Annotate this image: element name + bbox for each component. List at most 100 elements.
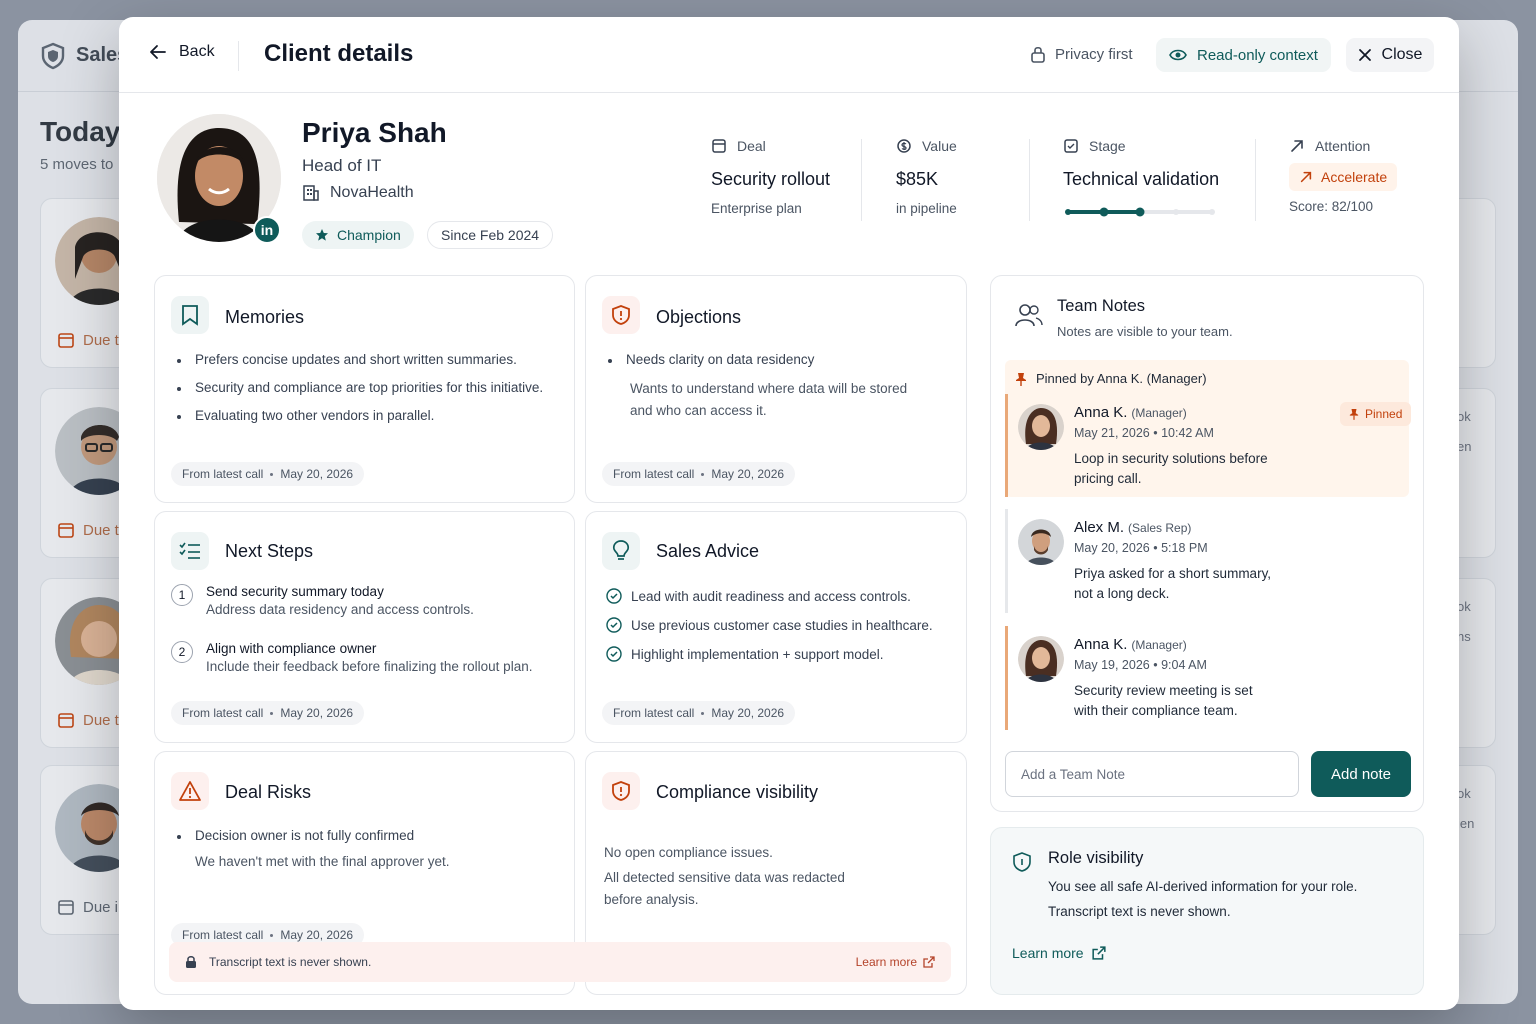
arrow-left-icon	[150, 45, 166, 59]
header-divider	[238, 41, 239, 71]
trend-up-icon	[1291, 140, 1303, 152]
source-tag: From latest call May 20, 2026	[602, 462, 796, 486]
note-item: Anna K. (Manager) May 19, 2026 • 9:04 AM …	[1005, 626, 1409, 730]
step-item: 1 Send security summary today Address dat…	[171, 584, 474, 621]
add-note-button[interactable]: Add note	[1311, 751, 1411, 797]
metric-attention: Attention Accelerate Score: 82/100	[1289, 138, 1398, 214]
memories-list: Prefers concise updates and short writte…	[175, 352, 543, 436]
note-author: Anna K. (Manager)	[1074, 404, 1187, 421]
metric-divider	[1029, 139, 1030, 221]
list-item: Evaluating two other vendors in parallel…	[175, 408, 543, 423]
lock-icon	[1031, 46, 1045, 63]
progress-step	[1173, 209, 1179, 215]
transcript-banner: Transcript text is never shown. Learn mo…	[169, 942, 951, 982]
risk-detail: We haven't met with the final approver y…	[195, 854, 450, 869]
list-item: Decision owner is not fully confirmed	[175, 828, 414, 843]
source-tag: From latest call May 20, 2026	[171, 701, 365, 725]
next-steps-card: Next Steps 1 Send security summary today…	[154, 511, 575, 743]
metric-deal: Deal Security rollout Enterprise plan	[711, 138, 831, 216]
linkedin-icon[interactable]: in	[253, 216, 281, 244]
warning-icon	[171, 772, 209, 810]
due-label: Due in	[57, 898, 126, 916]
accelerate-badge: Accelerate	[1289, 163, 1398, 191]
close-button[interactable]: Close	[1346, 38, 1434, 72]
check-circle-icon	[606, 588, 622, 604]
list-item: Security and compliance are top prioriti…	[175, 380, 543, 395]
metric-divider	[861, 139, 862, 221]
users-icon	[1015, 304, 1043, 327]
list-item: Prefers concise updates and short writte…	[175, 352, 543, 367]
card-title: Memories	[225, 307, 305, 327]
advice-item: Highlight implementation + support model…	[606, 646, 884, 662]
card-title: Sales Advice	[656, 541, 760, 561]
note-item: Anna K. (Manager) May 21, 2026 • 10:42 AM…	[1005, 394, 1412, 497]
client-details-modal: Back Client details Privacy first Read-o…	[119, 17, 1459, 1010]
due-label: Due t	[57, 711, 119, 729]
team-notes-card: Team Notes Notes are visible to your tea…	[990, 275, 1424, 812]
pin-icon	[1349, 409, 1359, 420]
advice-item: Lead with audit readiness and access con…	[606, 588, 911, 604]
client-company: NovaHealth	[302, 184, 414, 202]
eye-icon	[1169, 49, 1187, 61]
since-badge: Since Feb 2024	[427, 221, 554, 249]
building-icon	[303, 185, 319, 201]
note-text: Loop in security solutions before pricing…	[1074, 451, 1268, 486]
objections-card: Objections Needs clarity on data residen…	[585, 275, 967, 503]
note-author: Alex M. (Sales Rep)	[1074, 519, 1192, 536]
metric-value: Value $85K in pipeline	[896, 138, 957, 216]
step-item: 2 Align with compliance owner Include the…	[171, 641, 532, 678]
modal-header: Back Client details Privacy first Read-o…	[119, 17, 1459, 93]
trend-up-icon	[1300, 171, 1312, 183]
role-visibility-card: Role visibility You see all safe AI-deri…	[990, 827, 1424, 995]
metric-divider	[1255, 139, 1256, 221]
star-icon	[316, 229, 328, 241]
progress-step	[1209, 209, 1215, 215]
list-item: Needs clarity on data residency	[606, 352, 814, 367]
pinned-by: Pinned by Anna K. (Manager)	[1015, 371, 1207, 386]
pinned-section: Pinned by Anna K. (Manager) Anna K. (Mana…	[1005, 360, 1412, 497]
lock-icon	[186, 956, 196, 968]
bookmark-icon	[171, 296, 209, 334]
sales-advice-card: Sales Advice Lead with audit readiness a…	[585, 511, 967, 743]
card-title: Role visibility	[1048, 849, 1144, 867]
lightbulb-icon	[602, 532, 640, 570]
progress-step	[1135, 207, 1145, 217]
checklist-icon	[171, 532, 209, 570]
role-info: You see all safe AI-derived information …	[1048, 879, 1358, 894]
due-label: Due t	[57, 331, 119, 349]
progress-step	[1099, 207, 1109, 217]
due-label: Due t	[57, 521, 119, 539]
pinned-badge: Pinned	[1340, 402, 1412, 426]
pin-icon	[1016, 372, 1026, 386]
note-text: Security review meeting is set with their…	[1074, 683, 1253, 718]
background-subheading: 5 moves to	[40, 156, 114, 173]
check-circle-icon	[606, 617, 622, 633]
advice-item: Use previous customer case studies in he…	[606, 617, 933, 633]
note-date: May 20, 2026 • 5:18 PM	[1074, 541, 1208, 555]
note-item: Alex M. (Sales Rep) May 20, 2026 • 5:18 P…	[1005, 509, 1409, 613]
learn-more-link[interactable]: Learn more	[856, 955, 935, 969]
source-tag: From latest call May 20, 2026	[602, 701, 796, 725]
calendar-icon	[712, 139, 726, 153]
card-title: Objections	[656, 307, 742, 327]
objection-detail: Wants to understand where data will be s…	[630, 381, 908, 418]
team-note-input[interactable]	[1005, 751, 1299, 797]
card-title: Next Steps	[225, 541, 314, 561]
card-title: Team Notes	[1057, 297, 1146, 315]
card-title: Compliance visibility	[656, 782, 819, 802]
compliance-detail: All detected sensitive data was redacted…	[604, 870, 845, 907]
card-title: Deal Risks	[225, 782, 312, 802]
privacy-indicator: Privacy first	[1030, 45, 1133, 63]
money-icon	[897, 139, 911, 153]
calendar-icon	[58, 713, 74, 728]
card-subtitle: Notes are visible to your team.	[1057, 324, 1233, 339]
compliance-status: No open compliance issues.	[604, 845, 773, 860]
role-info: Transcript text is never shown.	[1048, 904, 1231, 919]
avatar	[1018, 404, 1064, 450]
background-heading: Today	[40, 116, 121, 147]
external-link-icon	[1092, 946, 1106, 960]
metric-stage: Stage Technical validation	[1063, 138, 1220, 189]
progress-step	[1065, 209, 1071, 215]
learn-more-link[interactable]: Learn more	[1012, 945, 1106, 961]
back-button[interactable]: Back	[149, 43, 215, 61]
